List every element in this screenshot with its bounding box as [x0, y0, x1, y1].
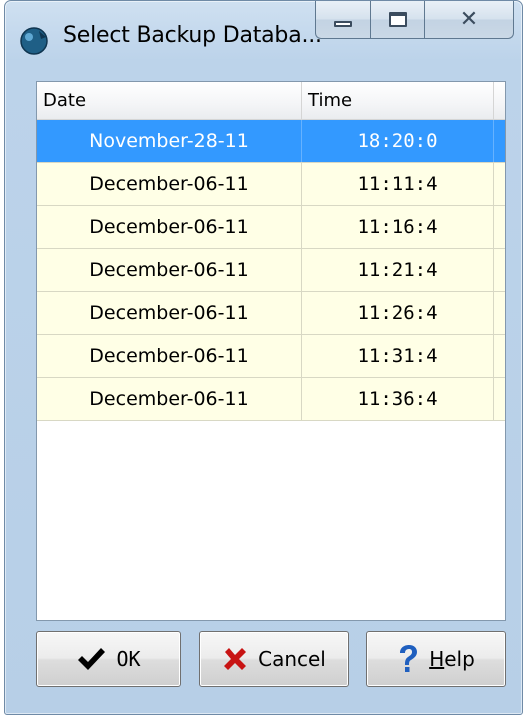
table-row[interactable]: December-06-11 11:11:4 [37, 163, 505, 206]
table-row[interactable]: December-06-11 11:21:4 [37, 249, 505, 292]
grid-header: Date Time [37, 82, 505, 120]
table-row[interactable]: December-06-11 11:36:4 [37, 378, 505, 421]
caption-buttons: ✕ [315, 1, 514, 39]
table-row[interactable]: December-06-11 11:31:4 [37, 335, 505, 378]
date-cell: December-06-11 [37, 335, 302, 377]
date-cell: December-06-11 [37, 163, 302, 205]
date-cell: December-06-11 [37, 206, 302, 248]
table-row[interactable]: November-28-11 18:20:0 [37, 120, 505, 163]
date-cell: December-06-11 [37, 292, 302, 334]
time-cell: 11:16:4 [302, 206, 494, 248]
button-bar: OK Cancel Help [36, 631, 506, 687]
cancel-button[interactable]: Cancel [199, 631, 349, 687]
checkmark-icon [76, 646, 106, 672]
maximize-icon [388, 12, 407, 27]
time-cell: 11:36:4 [302, 378, 494, 420]
table-row[interactable]: December-06-11 11:26:4 [37, 292, 505, 335]
close-button[interactable]: ✕ [424, 1, 514, 39]
column-header-time[interactable]: Time [302, 82, 494, 119]
help-label-rest: elp [444, 647, 475, 671]
date-cell: December-06-11 [37, 378, 302, 420]
table-row[interactable]: December-06-11 11:16:4 [37, 206, 505, 249]
dialog-window: Select Backup Databa... ✕ Date Time Nove… [4, 0, 523, 715]
app-database-icon [19, 26, 49, 56]
time-cell: 18:20:0 [302, 120, 494, 162]
ok-label: OK [116, 647, 141, 671]
time-cell: 11:11:4 [302, 163, 494, 205]
column-header-date[interactable]: Date [37, 82, 302, 119]
question-mark-icon [397, 644, 419, 674]
help-label: Help [429, 647, 475, 671]
help-button[interactable]: Help [366, 631, 506, 687]
minimize-button[interactable] [315, 1, 370, 39]
window-title: Select Backup Databa... [63, 23, 322, 48]
time-cell: 11:31:4 [302, 335, 494, 377]
help-hotkey: H [429, 647, 445, 671]
backup-list-grid[interactable]: Date Time November-28-11 18:20:0 Decembe… [36, 81, 506, 621]
title-bar[interactable]: Select Backup Databa... ✕ [5, 1, 522, 79]
time-cell: 11:26:4 [302, 292, 494, 334]
ok-button[interactable]: OK [36, 631, 181, 687]
date-cell: December-06-11 [37, 249, 302, 291]
close-icon: ✕ [459, 6, 479, 32]
date-cell: November-28-11 [37, 120, 302, 162]
time-cell: 11:21:4 [302, 249, 494, 291]
x-icon [222, 646, 248, 672]
cancel-label: Cancel [258, 647, 326, 671]
maximize-button[interactable] [370, 1, 424, 39]
minimize-icon [334, 20, 352, 27]
